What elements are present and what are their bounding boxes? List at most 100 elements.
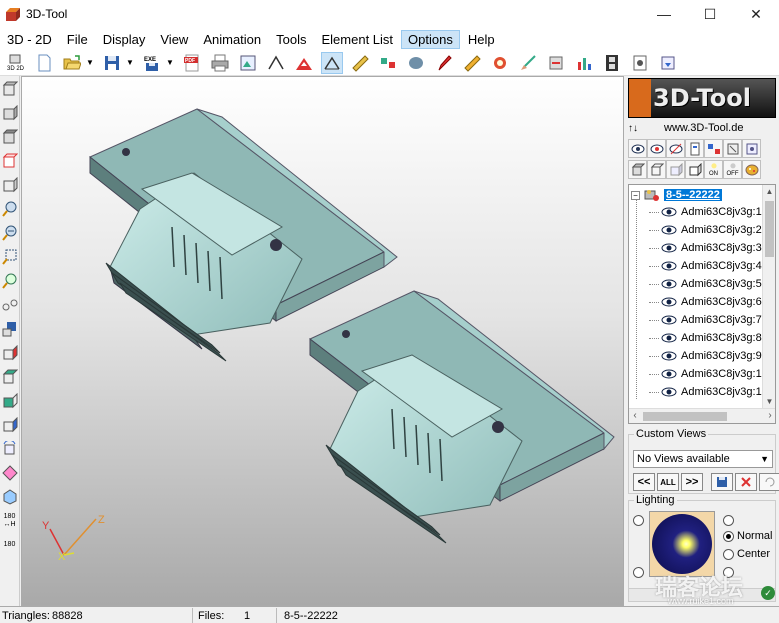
zoom-window-button[interactable]	[1, 246, 19, 268]
film-button[interactable]	[601, 52, 623, 74]
print-button[interactable]	[209, 52, 231, 74]
wire-mode-button[interactable]	[647, 160, 666, 179]
menu-view[interactable]: View	[153, 30, 195, 49]
close-button[interactable]: ✕	[733, 0, 779, 28]
eye-icon[interactable]	[661, 315, 677, 325]
menu-file[interactable]: File	[60, 30, 95, 49]
tree-root[interactable]: − 8-5--22222	[631, 188, 722, 202]
transparent-mode-button[interactable]	[666, 160, 685, 179]
exe-export-button[interactable]: EXE	[141, 52, 163, 74]
pen-button[interactable]	[433, 52, 455, 74]
top-view-button[interactable]	[1, 126, 19, 148]
tree-root-label[interactable]: 8-5--22222	[664, 189, 722, 201]
iso-view-4-button[interactable]	[1, 414, 19, 436]
menu-3d-2d[interactable]: 3D - 2D	[0, 30, 59, 49]
eye-icon[interactable]	[661, 297, 677, 307]
tree-item[interactable]: Admi63C8jv3g:7	[649, 311, 762, 329]
scroll-right-arrow[interactable]: ›	[764, 409, 775, 423]
show-parts-button[interactable]	[628, 139, 647, 158]
light-top-right-radio[interactable]	[723, 515, 734, 526]
zoom-in-button[interactable]	[1, 198, 19, 220]
iso-view-3-button[interactable]	[1, 390, 19, 412]
pdf-export-button[interactable]: PDF	[181, 52, 203, 74]
refresh-view-button[interactable]	[759, 473, 779, 491]
measure-angle-button[interactable]	[265, 52, 287, 74]
filter-button[interactable]	[723, 139, 742, 158]
brush-button[interactable]	[517, 52, 539, 74]
scroll-up-arrow[interactable]: ▲	[763, 185, 775, 199]
scroll-thumb[interactable]	[765, 201, 774, 257]
iso-view-2-button[interactable]	[1, 366, 19, 388]
scroll-left-arrow[interactable]: ‹	[629, 409, 641, 423]
tree-item[interactable]: Admi63C8jv3g:5	[649, 275, 762, 293]
settings-button[interactable]	[545, 52, 567, 74]
exe-dropdown[interactable]: ▼	[166, 52, 174, 74]
menu-help[interactable]: Help	[461, 30, 502, 49]
zoom-out-button[interactable]	[1, 222, 19, 244]
save-dropdown[interactable]: ▼	[126, 52, 134, 74]
light-on-button[interactable]: ON	[704, 160, 723, 179]
previous-view-button[interactable]: <<	[633, 473, 655, 491]
eye-icon[interactable]	[661, 387, 677, 397]
solid-mode-button[interactable]	[628, 160, 647, 179]
explode-parts-button[interactable]	[704, 139, 723, 158]
invert-visibility-button[interactable]	[666, 139, 685, 158]
open-dropdown[interactable]: ▼	[86, 52, 94, 74]
light-center-radio[interactable]	[723, 549, 734, 560]
redline-button[interactable]	[489, 52, 511, 74]
eye-icon[interactable]	[661, 369, 677, 379]
tree-item[interactable]: Admi63C8jv3g:6	[649, 293, 762, 311]
ruler-2-button[interactable]	[461, 52, 483, 74]
menu-animation[interactable]: Animation	[196, 30, 268, 49]
maximize-button[interactable]: ☐	[687, 0, 733, 28]
save-button[interactable]	[101, 52, 123, 74]
rotate-2-button[interactable]	[1, 462, 19, 484]
menu-tools[interactable]: Tools	[269, 30, 313, 49]
scroll-thumb[interactable]	[643, 412, 727, 421]
rotate-button[interactable]	[1, 438, 19, 460]
eye-icon[interactable]	[661, 261, 677, 271]
tree-item[interactable]: Admi63C8jv3g:1	[649, 383, 762, 401]
custom-views-select[interactable]: No Views available ▼	[633, 450, 773, 468]
website-link[interactable]: www.3D-Tool.de	[664, 122, 743, 134]
menu-options[interactable]: Options	[401, 29, 460, 49]
left-view-button[interactable]	[1, 174, 19, 196]
eye-icon[interactable]	[661, 333, 677, 343]
tree-item[interactable]: Admi63C8jv3g:8	[649, 329, 762, 347]
back-view-button[interactable]	[1, 102, 19, 124]
chart-button[interactable]	[573, 52, 595, 74]
ruler-button[interactable]	[349, 52, 371, 74]
zoom-fit-button[interactable]	[1, 270, 19, 292]
tree-item[interactable]: Admi63C8jv3g:3	[649, 239, 762, 257]
save-view-button[interactable]	[1, 318, 19, 340]
eye-icon[interactable]	[661, 279, 677, 289]
section-active-button[interactable]	[321, 51, 343, 74]
properties-button[interactable]	[629, 52, 651, 74]
tree-item[interactable]: Admi63C8jv3g:9	[649, 347, 762, 365]
light-preview[interactable]	[649, 511, 715, 577]
tree-item[interactable]: Admi63C8jv3g:1	[649, 365, 762, 383]
part-info-button[interactable]	[685, 139, 704, 158]
scroll-down-arrow[interactable]: ▼	[763, 395, 775, 409]
hide-parts-button[interactable]	[647, 139, 666, 158]
front-view-button[interactable]	[1, 78, 19, 100]
menu-element-list[interactable]: Element List	[315, 30, 401, 49]
rotate-180-h-button[interactable]: 180 ↔H	[1, 510, 19, 532]
delete-view-button[interactable]	[735, 473, 757, 491]
explode-button[interactable]	[377, 52, 399, 74]
bottom-view-button[interactable]	[1, 150, 19, 172]
link-button[interactable]	[1, 294, 19, 316]
tree-item[interactable]: Admi63C8jv3g:1	[649, 203, 762, 221]
menu-display[interactable]: Display	[96, 30, 153, 49]
solid-view-button[interactable]	[405, 52, 427, 74]
minimize-button[interactable]: —	[641, 0, 687, 28]
eye-icon[interactable]	[661, 207, 677, 217]
save-view-button[interactable]	[711, 473, 733, 491]
eye-icon[interactable]	[661, 225, 677, 235]
section-button[interactable]	[293, 52, 315, 74]
eye-icon[interactable]	[661, 351, 677, 361]
tree-horizontal-scrollbar[interactable]: ‹ ›	[629, 408, 775, 423]
light-bottom-left-radio[interactable]	[633, 567, 644, 578]
part-2[interactable]	[309, 290, 615, 544]
next-view-button[interactable]: >>	[681, 473, 703, 491]
